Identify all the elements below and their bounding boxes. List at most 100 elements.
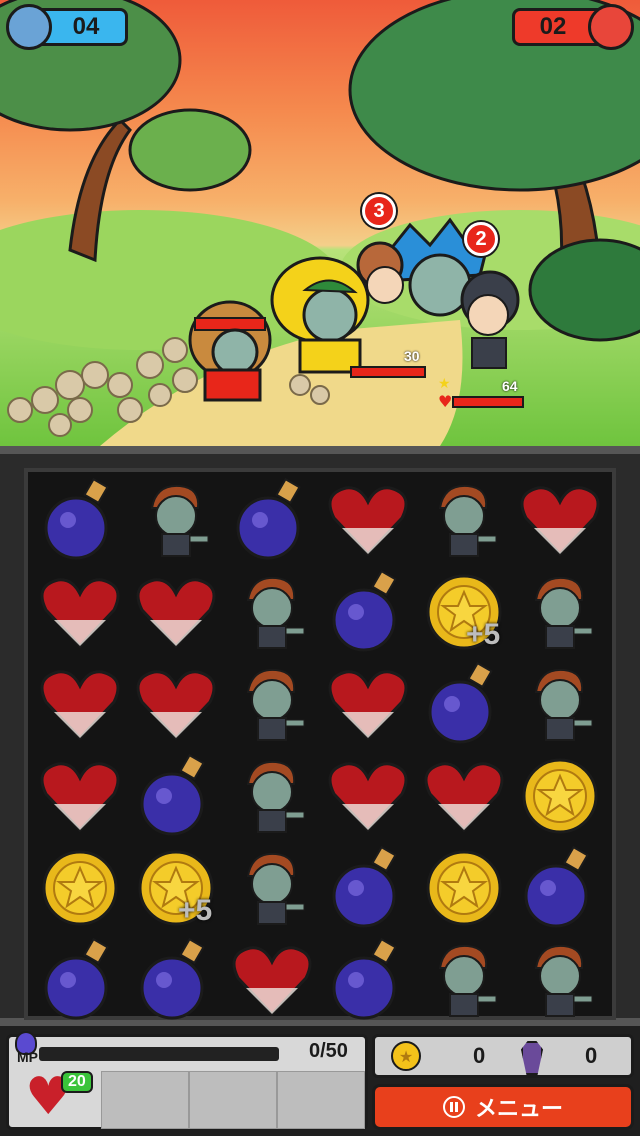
mp-value: 0/50 [309,1040,348,1062]
heart-icon [424,762,504,833]
heart-tile[interactable] [32,566,128,658]
heart-icon [136,670,216,741]
puzzle-board: +5 +5 [0,446,640,1026]
zombie-tile[interactable] [416,474,512,566]
enemy-avatar-icon [588,4,634,50]
zombie-tile[interactable] [512,658,608,750]
heart-tile[interactable] [416,750,512,842]
zombie-tile[interactable] [224,842,320,934]
zombie-tile[interactable] [224,566,320,658]
potion-icon [44,938,109,1020]
enemy-score: 02 [539,13,567,40]
potion-icon [236,478,301,560]
potion-tile[interactable] [128,750,224,842]
zombie-icon [246,576,305,649]
zombie-tile[interactable] [512,934,608,1026]
potion-tile[interactable] [32,934,128,1026]
heart-icon [136,578,216,649]
enemy-hp-value: 64 [502,378,518,394]
zombie-tile[interactable] [224,658,320,750]
enemy-turn-badge: 3 [362,194,396,228]
coffin-count: 0 [585,1043,598,1068]
zombie-icon [246,852,305,925]
heart-tile[interactable] [224,934,320,1026]
potion-tile[interactable] [32,474,128,566]
enemy-hp-bar [452,396,524,408]
potion-tile[interactable] [416,658,512,750]
heart-tile[interactable] [128,566,224,658]
heart-tile[interactable] [128,658,224,750]
coffin-icon [521,1041,543,1075]
potion-icon [140,754,205,836]
star-icon: ★ [438,376,451,392]
currency-panel: ★ 0 0 [372,1034,634,1078]
zombie-icon [534,944,593,1017]
bottom-panel: MP 0/50 ♥ 20 ★ 0 0 メニュー [0,1026,640,1136]
skill-slot[interactable] [101,1071,189,1129]
skill-slot[interactable] [277,1071,365,1129]
heart-tile[interactable] [32,750,128,842]
heart-count-badge: 20 [61,1071,93,1093]
potion-tile[interactable] [320,842,416,934]
potion-icon [428,662,493,744]
heart-icon [40,762,120,833]
mp-label: MP [17,1049,38,1065]
coin-tile[interactable] [32,842,128,934]
mp-panel: MP 0/50 ♥ 20 [6,1031,368,1130]
potion-icon [44,478,109,560]
zombie-icon [246,668,305,741]
potion-tile[interactable] [128,934,224,1026]
player-avatar-icon [6,4,52,50]
potion-tile[interactable] [320,934,416,1026]
zombie-tile[interactable] [128,474,224,566]
zombie-icon [246,760,305,833]
coin-count: 0 [473,1043,486,1068]
enemy-hp-bar [350,366,426,378]
heart-tile[interactable] [320,750,416,842]
potion-icon [332,938,397,1020]
potion-tile[interactable] [224,474,320,566]
heart-icon [328,762,408,833]
skill-slot[interactable] [189,1071,277,1129]
heart-icon: ♥ [438,392,453,411]
zombie-tile[interactable] [416,934,512,1026]
zombie-icon [438,944,497,1017]
coin-icon [426,850,502,926]
heart-icon [40,578,120,649]
enemy-survivor-boy [460,270,520,369]
potion-icon [524,846,589,928]
heart-tile[interactable] [320,474,416,566]
heart-icon [520,486,600,557]
potion-icon [332,570,397,652]
zombie-icon [534,576,593,649]
coin-tile[interactable] [416,842,512,934]
potion-tile[interactable] [320,566,416,658]
heart-icon [328,670,408,741]
coin-icon [42,850,118,926]
coin-icon: ★ [391,1041,421,1071]
heart-icon [40,670,120,741]
battle-scene: 04 02 3 2 30 64 ♥ ★ [0,0,640,446]
player-score: 04 [72,13,100,40]
zombie-tile[interactable] [512,566,608,658]
bonus-label: +5 [466,618,501,651]
zombie-icon [534,668,593,741]
mp-bar [39,1047,279,1061]
zombie-tile[interactable] [224,750,320,842]
potion-tile[interactable] [512,842,608,934]
enemy-hp-value: 30 [404,348,420,364]
bonus-label: +5 [178,894,213,927]
zombie-icon [150,484,209,557]
tile-grid: +5 +5 [24,468,616,1020]
heart-tile[interactable] [512,474,608,566]
heart-tile[interactable] [320,658,416,750]
coin-tile[interactable] [512,750,608,842]
potion-icon [332,846,397,928]
heart-tile[interactable] [32,658,128,750]
scene-background [0,0,640,446]
menu-button[interactable]: メニュー [372,1084,634,1130]
heart-icon [328,486,408,557]
zombie-icon [438,484,497,557]
potion-icon [140,938,205,1020]
enemy-turn-badge: 2 [464,222,498,256]
